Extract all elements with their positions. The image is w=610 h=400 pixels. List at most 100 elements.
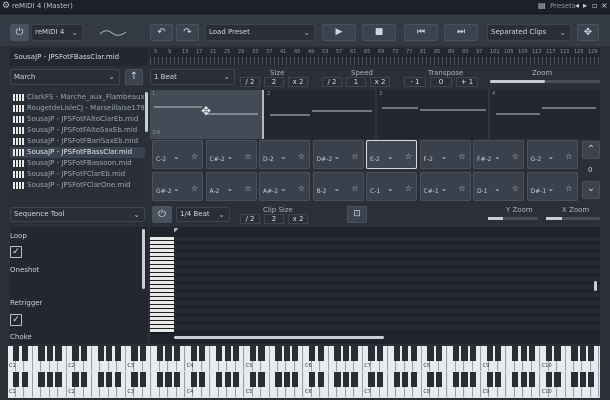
file-list-item[interactable]: RougetdeLisleCJ - Marseillaise1792.mid xyxy=(10,103,145,114)
black-key[interactable] xyxy=(13,346,20,361)
black-key[interactable] xyxy=(545,346,553,361)
pad[interactable]: C-2 ⌄ ☆ xyxy=(152,140,203,169)
chevron-down-icon[interactable]: ⌄ xyxy=(441,184,448,193)
chevron-down-icon[interactable]: ⌄ xyxy=(173,152,180,161)
redo-button[interactable]: ↷ xyxy=(176,24,199,41)
black-key[interactable] xyxy=(410,372,417,387)
star-icon[interactable]: ☆ xyxy=(405,152,412,161)
pad[interactable]: G-2 ⌄ ☆ xyxy=(526,140,578,169)
transpose-value[interactable]: 0 xyxy=(430,77,452,87)
black-key[interactable] xyxy=(114,372,121,387)
black-key[interactable] xyxy=(309,372,316,387)
transpose-down-button[interactable]: - 1 xyxy=(404,77,426,87)
transpose-up-button[interactable]: + 1 xyxy=(456,77,478,87)
star-icon[interactable]: ☆ xyxy=(191,152,198,161)
black-key[interactable] xyxy=(292,346,299,361)
speed-value[interactable]: 1 xyxy=(346,77,366,87)
black-key[interactable] xyxy=(173,346,181,361)
black-key[interactable] xyxy=(393,346,400,361)
black-key[interactable] xyxy=(216,346,223,361)
y-zoom-slider[interactable] xyxy=(488,217,538,220)
export-button[interactable]: ⊡ xyxy=(347,206,367,223)
black-key[interactable] xyxy=(495,346,502,361)
file-list-item[interactable]: SousaJP - JPSFotFAltoClarEb.mid xyxy=(10,114,145,125)
file-list-item[interactable]: SousaJP - JPSFotFBassClar.mid xyxy=(10,147,145,158)
black-key[interactable] xyxy=(72,346,79,361)
star-icon[interactable]: ☆ xyxy=(565,184,572,193)
black-key[interactable] xyxy=(283,346,291,361)
black-key[interactable] xyxy=(427,346,434,361)
black-key[interactable] xyxy=(216,372,223,387)
black-key[interactable] xyxy=(46,372,54,387)
black-key[interactable] xyxy=(402,346,409,361)
black-key[interactable] xyxy=(528,372,536,387)
skip-end-button[interactable]: ⏭ xyxy=(444,24,478,41)
star-icon[interactable]: ☆ xyxy=(351,184,358,193)
star-icon[interactable]: ☆ xyxy=(565,152,572,161)
move-button[interactable]: ✥ xyxy=(577,24,599,41)
black-key[interactable] xyxy=(368,372,375,387)
sequence-power-button[interactable]: ⏻ xyxy=(152,206,172,223)
chevron-down-icon[interactable]: ⌄ xyxy=(387,184,394,193)
black-key[interactable] xyxy=(173,372,181,387)
black-key[interactable] xyxy=(334,372,341,387)
black-key[interactable] xyxy=(97,346,104,361)
file-list-item[interactable]: SousaJP - JPSFotFAltoSaxEb.mid xyxy=(10,125,145,136)
black-key[interactable] xyxy=(376,346,384,361)
black-key[interactable] xyxy=(21,346,28,361)
black-key[interactable] xyxy=(571,346,578,361)
size-half-button[interactable]: / 2 xyxy=(240,77,260,87)
retrigger-checkbox[interactable]: ✓ xyxy=(10,314,22,326)
black-key[interactable] xyxy=(283,372,291,387)
black-key[interactable] xyxy=(334,346,341,361)
black-key[interactable] xyxy=(588,346,595,361)
clip-size-half-button[interactable]: / 2 xyxy=(240,214,260,224)
chevron-down-icon[interactable]: ⌄ xyxy=(334,152,341,161)
black-key[interactable] xyxy=(402,372,409,387)
power-button[interactable]: ⏻ xyxy=(10,24,29,41)
next-preset-icon[interactable]: ▸ xyxy=(583,1,587,10)
black-key[interactable] xyxy=(579,372,587,387)
chevron-down-icon[interactable]: ⌄ xyxy=(280,152,287,161)
black-key[interactable] xyxy=(376,372,384,387)
folder-dropdown[interactable]: March ⌄ xyxy=(10,69,120,85)
black-key[interactable] xyxy=(554,372,561,387)
prev-preset-icon[interactable]: ◂ xyxy=(575,1,579,10)
black-key[interactable] xyxy=(461,346,468,361)
file-list-item[interactable]: ClarkFS - Marche_aux_Flambeaux.mid xyxy=(10,92,145,103)
file-list-item[interactable]: SousaJP - JPSFotFBassoon.mid xyxy=(10,158,145,169)
chevron-down-icon[interactable]: ⌄ xyxy=(334,184,341,193)
pad[interactable]: E-2 ⌄ ☆ xyxy=(366,140,417,169)
black-key[interactable] xyxy=(72,372,79,387)
black-key[interactable] xyxy=(427,372,434,387)
pad[interactable]: C-1 ⌄ ☆ xyxy=(366,172,417,201)
black-key[interactable] xyxy=(520,372,527,387)
chevron-down-icon[interactable]: ⌄ xyxy=(227,152,234,161)
black-key[interactable] xyxy=(232,346,240,361)
black-key[interactable] xyxy=(342,346,350,361)
black-key[interactable] xyxy=(258,372,265,387)
x-zoom-slider[interactable] xyxy=(546,217,600,220)
speed-half-button[interactable]: / 2 xyxy=(322,77,342,87)
pad[interactable]: D-1 ⌄ ☆ xyxy=(473,172,524,201)
star-icon[interactable]: ☆ xyxy=(191,184,198,193)
roll-hscrollbar[interactable] xyxy=(174,336,384,339)
black-key[interactable] xyxy=(199,372,206,387)
black-key[interactable] xyxy=(106,346,113,361)
presets-label[interactable]: Presets xyxy=(550,2,575,10)
black-key[interactable] xyxy=(435,372,443,387)
star-icon[interactable]: ☆ xyxy=(298,152,305,161)
black-key[interactable] xyxy=(190,346,197,361)
options-scrollbar[interactable] xyxy=(142,229,145,289)
zoom-slider[interactable] xyxy=(490,80,600,83)
chevron-down-icon[interactable]: ⌄ xyxy=(548,184,555,193)
file-list-item[interactable]: SousaJP - JPSFotFClarEb.mid xyxy=(10,169,145,180)
pad[interactable]: D-2 ⌄ ☆ xyxy=(259,140,310,169)
size-value[interactable]: 2 xyxy=(264,77,284,87)
black-key[interactable] xyxy=(342,372,350,387)
black-key[interactable] xyxy=(131,372,138,387)
pad-page-up-button[interactable]: ⌃ xyxy=(582,141,600,159)
black-key[interactable] xyxy=(249,372,257,387)
loop-checkbox[interactable]: ✓ xyxy=(10,246,22,258)
sequencer-grid[interactable]: ◤ xyxy=(150,227,600,344)
